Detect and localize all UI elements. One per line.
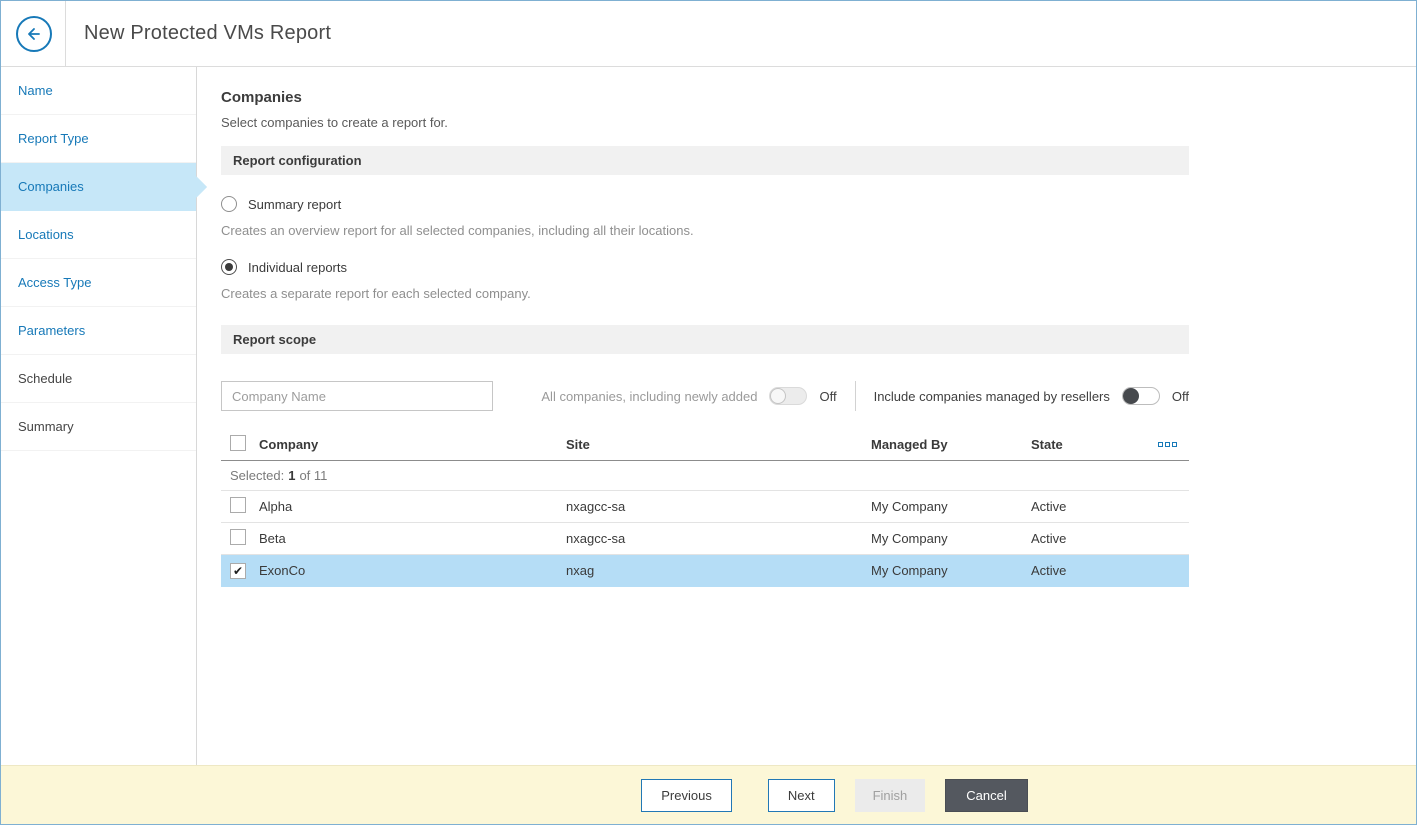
table-row[interactable]: Alpha nxagcc-sa My Company Active (221, 491, 1189, 523)
step-title: Companies (221, 89, 1416, 106)
row-checkbox[interactable] (230, 529, 246, 545)
row-checkbox[interactable] (230, 497, 246, 513)
toggle-state-label: Off (1172, 389, 1189, 404)
header-divider (65, 1, 66, 67)
toggle-state-label: Off (819, 389, 836, 404)
sidebar-item-summary[interactable]: Summary (1, 403, 196, 451)
toggle-resellers-group: Include companies managed by resellers O… (874, 387, 1189, 405)
table-header: Company Site Managed By State (221, 429, 1189, 461)
sidebar-item-label: Locations (18, 227, 74, 242)
toggle-knob (770, 388, 786, 404)
select-all-checkbox[interactable] (230, 435, 246, 451)
cell-state: Active (1031, 563, 1148, 578)
cell-managed-by: My Company (871, 563, 1031, 578)
radio-individual-reports-description: Creates a separate report for each selec… (221, 286, 1416, 301)
next-button[interactable]: Next (768, 779, 835, 812)
sidebar-item-label: Summary (18, 419, 74, 434)
arrow-left-icon (24, 24, 44, 44)
sidebar-item-label: Companies (18, 179, 84, 194)
wizard-window: New Protected VMs Report Name Report Typ… (0, 0, 1417, 825)
row-checkbox-checked[interactable] (230, 563, 246, 579)
toggle-all-companies-label: All companies, including newly added (541, 389, 757, 404)
table-row[interactable]: Beta nxagcc-sa My Company Active (221, 523, 1189, 555)
sidebar-item-companies[interactable]: Companies (1, 163, 196, 211)
column-header-state[interactable]: State (1031, 437, 1148, 452)
sidebar-item-access-type[interactable]: Access Type (1, 259, 196, 307)
sidebar-item-label: Report Type (18, 131, 89, 146)
companies-table: Company Site Managed By State Selected: … (221, 429, 1189, 587)
sidebar-item-name[interactable]: Name (1, 67, 196, 115)
radio-individual-reports[interactable]: Individual reports (221, 259, 347, 275)
cell-state: Active (1031, 531, 1148, 546)
sidebar-item-label: Schedule (18, 371, 72, 386)
page-title: New Protected VMs Report (84, 22, 331, 45)
toggle-all-companies-group: All companies, including newly added Off (541, 387, 836, 405)
all-companies-toggle[interactable] (769, 387, 807, 405)
previous-button[interactable]: Previous (641, 779, 732, 812)
filter-row: All companies, including newly added Off… (221, 381, 1189, 411)
footer-buttons: Previous Next Finish Cancel (641, 779, 1027, 812)
radio-selected-icon (221, 259, 237, 275)
company-name-input[interactable] (221, 381, 493, 411)
sidebar-item-label: Name (18, 83, 53, 98)
cell-site: nxagcc-sa (566, 499, 871, 514)
selected-summary-suffix: of 11 (299, 468, 327, 483)
sidebar-item-schedule[interactable]: Schedule (1, 355, 196, 403)
cell-managed-by: My Company (871, 531, 1031, 546)
cell-company: Alpha (259, 499, 566, 514)
section-report-scope: Report scope (221, 325, 1189, 354)
sidebar-item-parameters[interactable]: Parameters (1, 307, 196, 355)
cell-site: nxagcc-sa (566, 531, 871, 546)
finish-button[interactable]: Finish (855, 779, 926, 812)
sidebar-item-label: Parameters (18, 323, 85, 338)
cell-company: Beta (259, 531, 566, 546)
cell-state: Active (1031, 499, 1148, 514)
sidebar-item-report-type[interactable]: Report Type (1, 115, 196, 163)
wizard-content: Companies Select companies to create a r… (197, 67, 1416, 765)
radio-icon (221, 196, 237, 212)
wizard-header: New Protected VMs Report (1, 1, 1416, 67)
selected-summary-count: 1 (288, 468, 295, 483)
section-report-configuration: Report configuration (221, 146, 1189, 175)
radio-summary-report-description: Creates an overview report for all selec… (221, 223, 1416, 238)
sidebar-item-locations[interactable]: Locations (1, 211, 196, 259)
column-header-site[interactable]: Site (566, 437, 871, 452)
radio-summary-report[interactable]: Summary report (221, 196, 341, 212)
cell-managed-by: My Company (871, 499, 1031, 514)
filter-divider (855, 381, 856, 411)
toggle-resellers-label: Include companies managed by resellers (874, 389, 1110, 404)
sidebar-item-label: Access Type (18, 275, 91, 290)
toggle-knob (1123, 388, 1139, 404)
cancel-button[interactable]: Cancel (945, 779, 1027, 812)
column-chooser-icon[interactable] (1158, 442, 1177, 447)
cell-site: nxag (566, 563, 871, 578)
step-subtitle: Select companies to create a report for. (221, 115, 1416, 130)
resellers-toggle[interactable] (1122, 387, 1160, 405)
wizard-footer: Previous Next Finish Cancel (1, 765, 1416, 824)
cell-company: ExonCo (259, 563, 566, 578)
table-row-selected[interactable]: ExonCo nxag My Company Active (221, 555, 1189, 587)
selected-summary-prefix: Selected: (230, 468, 284, 483)
radio-label: Summary report (248, 197, 341, 212)
selected-summary: Selected: 1 of 11 (221, 461, 1189, 491)
column-header-managed-by[interactable]: Managed By (871, 437, 1031, 452)
radio-label: Individual reports (248, 260, 347, 275)
back-button[interactable] (16, 16, 52, 52)
wizard-steps-sidebar: Name Report Type Companies Locations Acc… (1, 67, 197, 765)
column-header-company[interactable]: Company (259, 437, 566, 452)
